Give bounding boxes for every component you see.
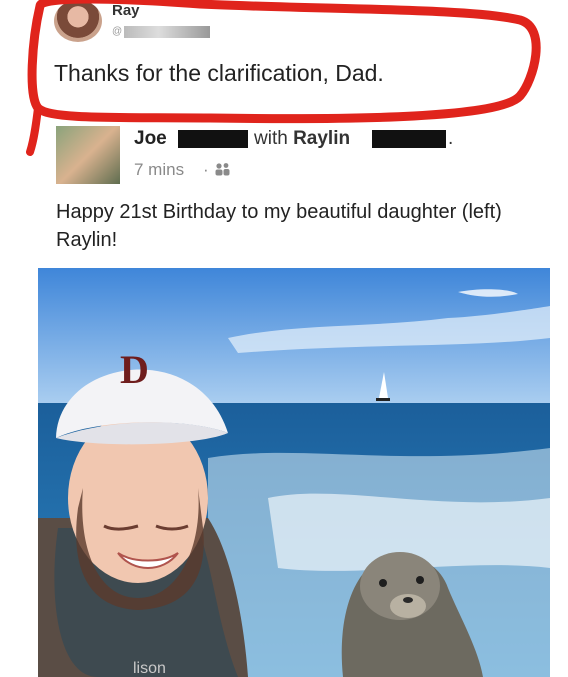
post-author-avatar[interactable]: [56, 126, 120, 184]
sea-lion-eye-right: [416, 576, 424, 584]
sea-lion-eye-left: [379, 579, 387, 587]
post-author-name[interactable]: Joe: [134, 128, 167, 150]
sea-lion-nose: [403, 597, 413, 603]
friends-icon[interactable]: [214, 162, 232, 176]
post-meta-separator: ·: [203, 160, 209, 179]
post-photo[interactable]: D lison: [38, 268, 550, 677]
post-with-tag: with Raylin: [254, 128, 350, 150]
post-text: Happy 21st Birthday to my beautiful daug…: [56, 201, 502, 251]
tagged-lastname-redaction: [372, 130, 446, 148]
with-label: with: [254, 128, 288, 149]
tagged-user-name[interactable]: Raylin: [293, 128, 350, 149]
cap-logo: D: [120, 347, 149, 392]
sailboat-hull: [376, 398, 390, 401]
shirt-text: lison: [133, 660, 166, 677]
post-timestamp[interactable]: 7 mins: [134, 160, 184, 180]
post-header-period: .: [448, 128, 454, 149]
author-lastname-redaction: [178, 130, 248, 148]
